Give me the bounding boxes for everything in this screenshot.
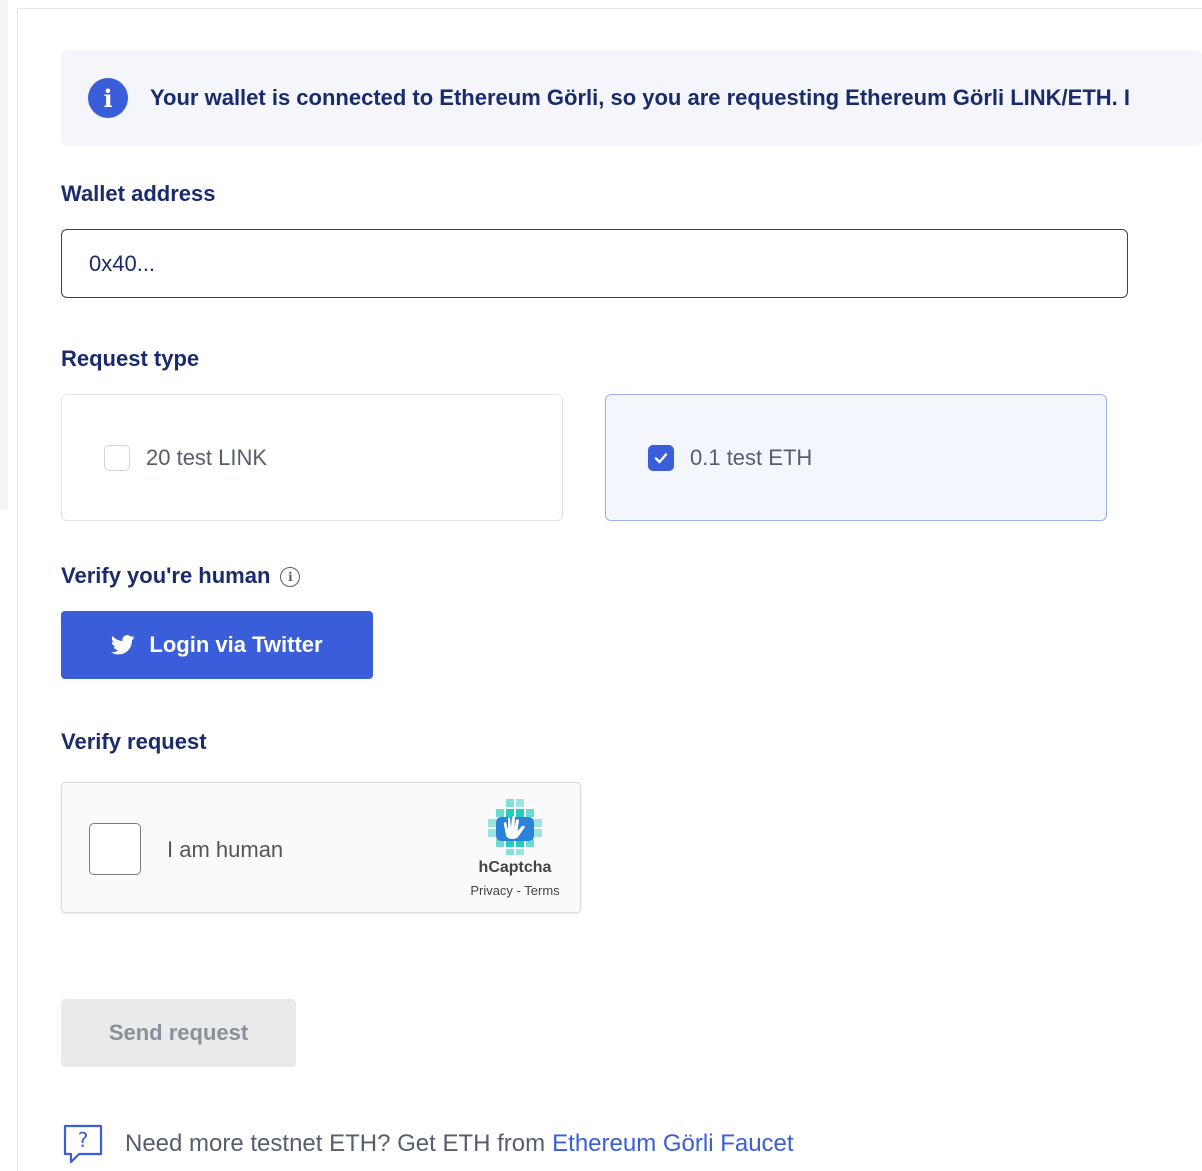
- wallet-address-input[interactable]: [61, 229, 1128, 298]
- network-notice: i Your wallet is connected to Ethereum G…: [61, 50, 1202, 146]
- footer-help: ? Need more testnet ETH? Get ETH from Et…: [61, 1120, 794, 1168]
- question-chat-icon: ?: [63, 1124, 103, 1164]
- verify-human-heading: Verify you're human i: [61, 563, 301, 589]
- svg-text:?: ?: [78, 1128, 89, 1152]
- verify-human-label: Verify you're human: [61, 563, 271, 588]
- left-rail: [0, 0, 8, 510]
- captcha-checkbox[interactable]: [89, 823, 141, 875]
- footer-text: Need more testnet ETH? Get ETH from: [125, 1130, 546, 1157]
- eth-checkbox[interactable]: [648, 444, 674, 471]
- option-link[interactable]: 20 test LINK: [61, 394, 563, 521]
- wallet-address-label: Wallet address: [61, 181, 216, 206]
- option-eth[interactable]: 0.1 test ETH: [605, 394, 1107, 521]
- info-icon: i: [88, 78, 128, 118]
- goerli-faucet-link[interactable]: Ethereum Görli Faucet: [552, 1130, 793, 1158]
- hcaptcha-logo-icon: [488, 799, 542, 855]
- option-link-label: 20 test LINK: [146, 444, 268, 470]
- twitter-button-label: Login via Twitter: [149, 632, 323, 657]
- captcha-label: I am human: [167, 837, 284, 862]
- request-type-label: Request type: [61, 346, 200, 371]
- info-circle-icon[interactable]: i: [280, 567, 301, 587]
- verify-request-label: Verify request: [61, 729, 207, 754]
- send-request-button[interactable]: Send request: [61, 999, 296, 1067]
- links-separator: -: [516, 883, 521, 898]
- option-eth-label: 0.1 test ETH: [690, 444, 813, 470]
- privacy-link[interactable]: Privacy: [470, 883, 513, 898]
- hcaptcha-widget: I am human hCaptcha Privacy - Terms: [61, 782, 581, 913]
- notice-text: Your wallet is connected to Ethereum Gör…: [150, 85, 1130, 110]
- checkmark-icon: [654, 452, 668, 463]
- hcaptcha-brand: hCaptcha: [478, 859, 552, 876]
- twitter-bird-icon: [111, 635, 136, 655]
- login-twitter-button[interactable]: Login via Twitter: [61, 611, 373, 679]
- terms-link[interactable]: Terms: [524, 883, 559, 898]
- link-checkbox[interactable]: [104, 444, 130, 471]
- captcha-links: Privacy - Terms: [444, 883, 586, 898]
